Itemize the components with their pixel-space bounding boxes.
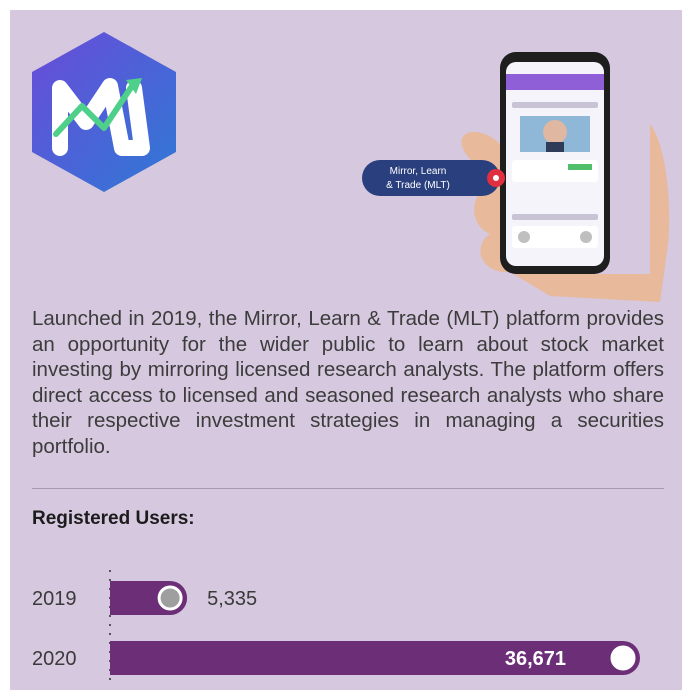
phone-in-hand-illustration: Mirror, Learn & Trade (MLT) xyxy=(350,34,675,304)
registered-users-chart: 2019 5,335 2020 36,671 xyxy=(32,570,640,680)
phone-in-hand-icon: Mirror, Learn & Trade (MLT) xyxy=(362,52,670,302)
registered-users-title: Registered Users: xyxy=(32,508,195,529)
category-label-2019: 2019 xyxy=(32,588,77,610)
callout-label-line1: Mirror, Learn xyxy=(390,166,447,177)
mlt-info-card: Mirror, Learn & Trade (MLT) Launched in … xyxy=(10,10,682,690)
value-label-2020: 36,671 xyxy=(505,648,566,670)
category-label-2020: 2020 xyxy=(32,648,77,670)
description-text: Launched in 2019, the Mirror, Learn & Tr… xyxy=(32,307,664,458)
section-divider xyxy=(32,488,664,489)
bar-marker-2020 xyxy=(610,645,636,671)
value-label-2019: 5,335 xyxy=(207,588,257,610)
mlt-logo-icon xyxy=(32,32,176,192)
callout-label-line2: & Trade (MLT) xyxy=(386,180,450,191)
bar-marker-2019 xyxy=(157,585,183,611)
